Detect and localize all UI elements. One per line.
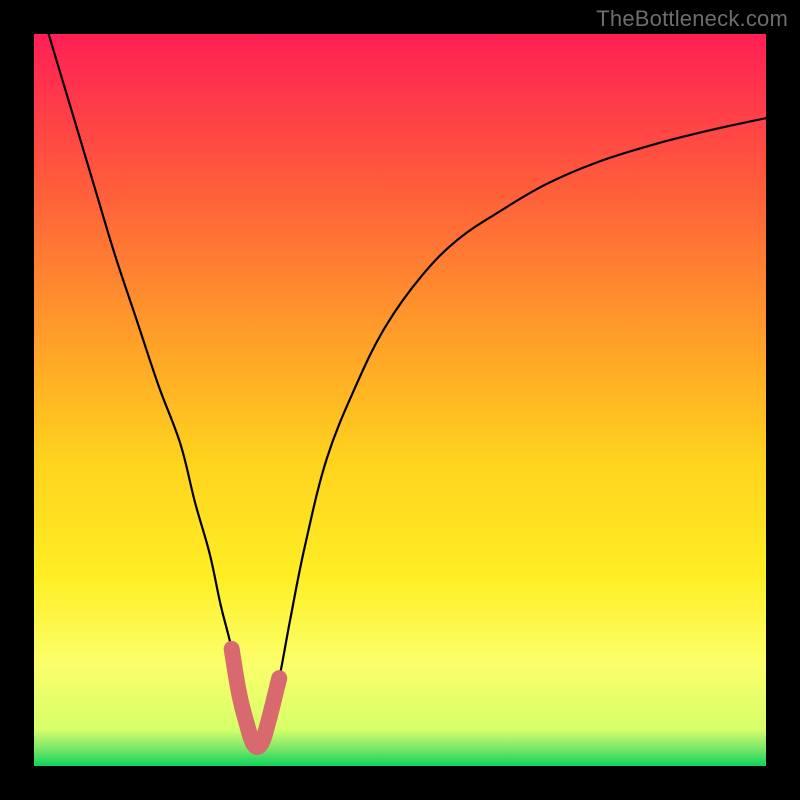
plot-area (34, 34, 766, 766)
bottleneck-chart (34, 34, 766, 766)
chart-frame: TheBottleneck.com (0, 0, 800, 800)
watermark-text: TheBottleneck.com (596, 6, 788, 32)
